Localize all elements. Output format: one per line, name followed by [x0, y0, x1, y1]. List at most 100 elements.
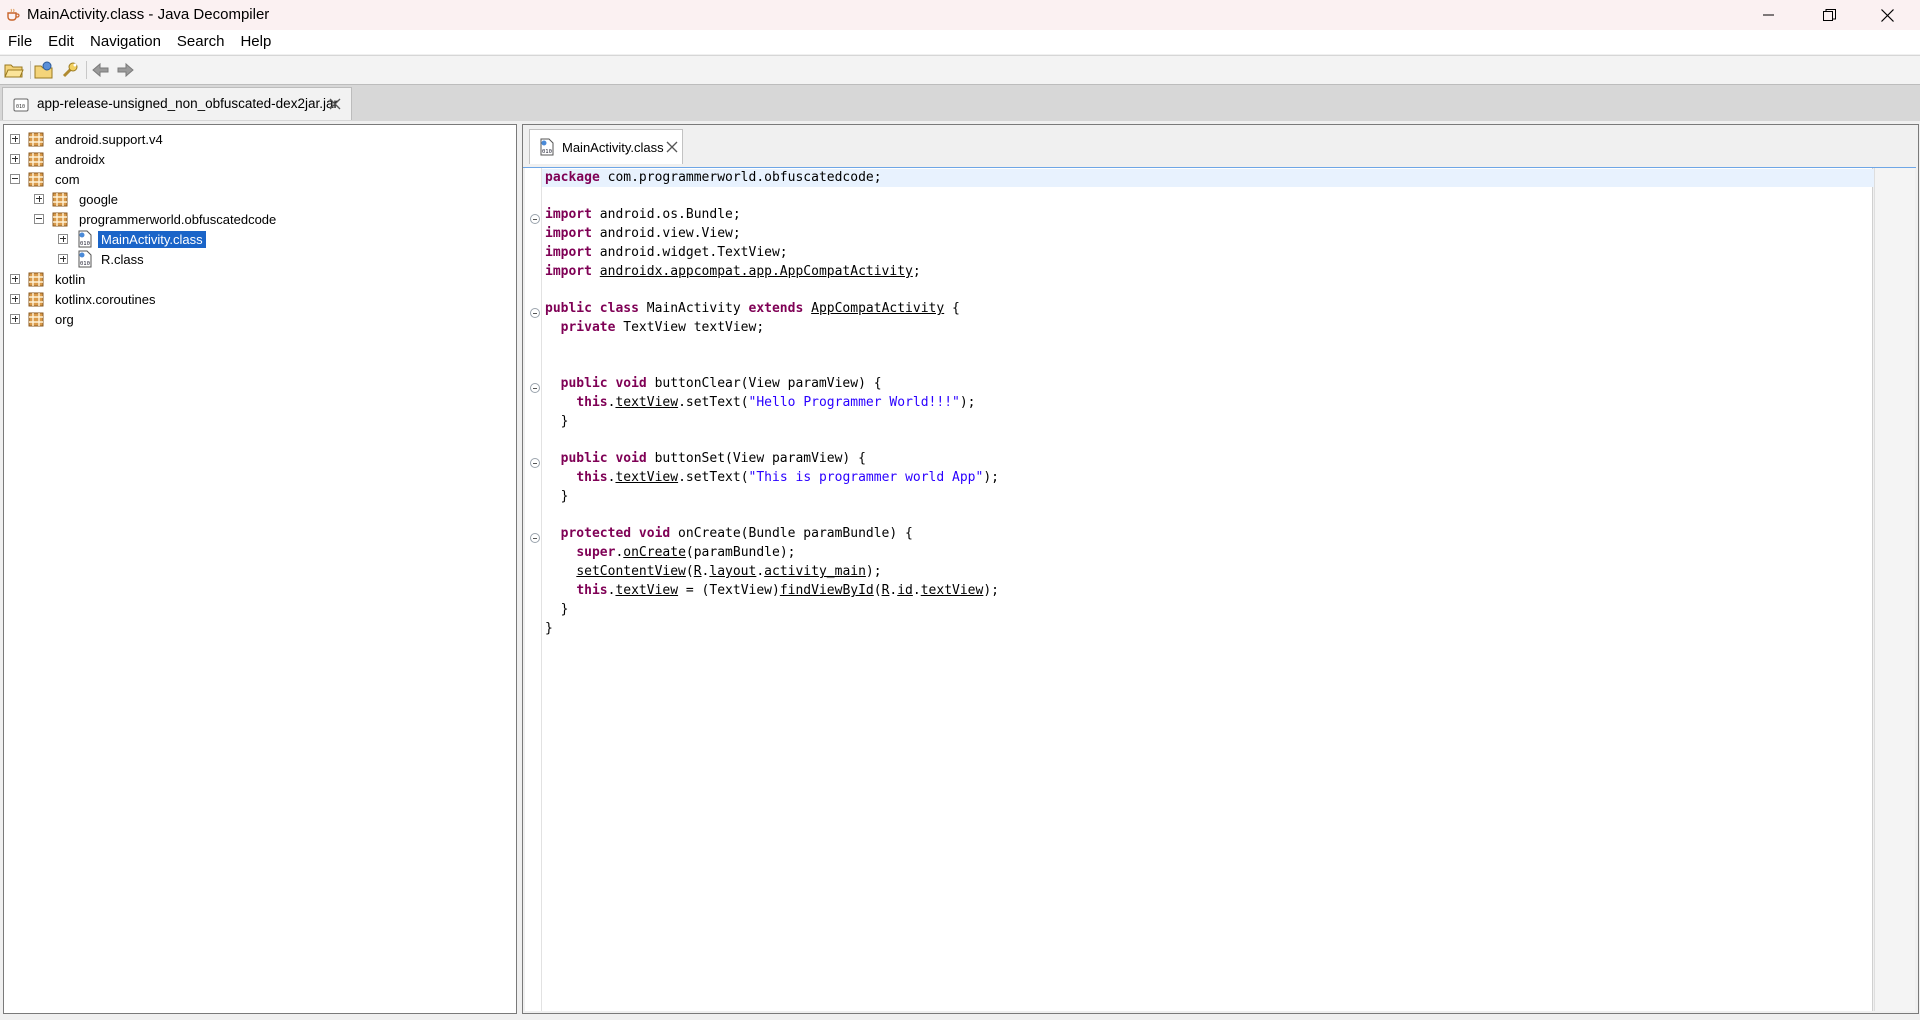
tab-mainactivity-class[interactable]: 010 MainActivity.class [529, 129, 683, 164]
menu-help[interactable]: Help [232, 30, 279, 54]
keyword: super [576, 545, 616, 560]
fold-icon[interactable] [530, 308, 540, 318]
expand-icon[interactable] [34, 194, 44, 204]
tab-jar-file[interactable]: 010 app-release-unsigned_non_obfuscated-… [2, 87, 352, 120]
keyword: public class [545, 301, 639, 316]
code-text: .setText( [678, 470, 749, 485]
tree-item-label: google [79, 191, 119, 207]
code-link[interactable]: activity_main [764, 564, 866, 579]
keyword: public void [560, 376, 647, 391]
code-text: MainActivity [638, 301, 749, 316]
tree-item-android-support-v4[interactable]: android.support.v4 [10, 129, 166, 149]
expand-icon[interactable] [10, 134, 20, 144]
code-link[interactable]: id [897, 583, 913, 598]
code-text: . [756, 564, 765, 579]
close-window-button[interactable] [1858, 0, 1916, 30]
svg-text:010: 010 [80, 261, 90, 267]
tree-item-kotlinx-coroutines[interactable]: kotlinx.coroutines [10, 289, 158, 309]
back-button[interactable] [90, 60, 112, 80]
fold-icon[interactable] [530, 533, 540, 543]
code-link[interactable]: setContentView [576, 564, 686, 579]
expand-icon[interactable] [10, 314, 20, 324]
code-line: this.textView.setText("This is programme… [545, 469, 999, 487]
keyword: package [545, 170, 600, 185]
tree-item-kotlin[interactable]: kotlin [10, 269, 88, 289]
code-text: = (TextView) [678, 583, 780, 598]
keyword: this [576, 583, 608, 598]
java-cup-icon [7, 8, 20, 21]
jar-tab-strip: 010 app-release-unsigned_non_obfuscated-… [0, 84, 1920, 121]
tree-item-com[interactable]: com [10, 169, 83, 189]
code-link[interactable]: textView [921, 583, 984, 598]
close-tab-icon[interactable] [329, 98, 341, 110]
svg-text:010: 010 [542, 149, 552, 155]
menu-edit[interactable]: Edit [40, 30, 82, 54]
code-line: setContentView(R.layout.activity_main); [545, 563, 881, 581]
forward-button[interactable] [114, 60, 136, 80]
code-link[interactable]: layout [709, 564, 756, 579]
menu-navigation[interactable]: Navigation [82, 30, 169, 54]
tree-item-org[interactable]: org [10, 309, 77, 329]
open-type-icon [34, 61, 53, 79]
svg-text:010: 010 [80, 241, 90, 247]
code-line: import androidx.appcompat.app.AppCompatA… [545, 263, 921, 281]
code-text: ); [983, 583, 999, 598]
search-button[interactable] [59, 60, 81, 80]
code-link[interactable]: androidx.appcompat.app.AppCompatActivity [600, 264, 913, 279]
keyword: import [545, 245, 592, 260]
code-line: private TextView textView; [545, 319, 765, 337]
fold-gutter [525, 168, 542, 1011]
fold-icon[interactable] [530, 458, 540, 468]
package-icon [28, 152, 44, 166]
code-line: import android.widget.TextView; [545, 244, 788, 262]
code-link[interactable]: textView [615, 470, 678, 485]
svg-text:010: 010 [16, 104, 25, 110]
tree-item-label: android.support.v4 [55, 131, 163, 147]
code-link[interactable]: R [694, 564, 702, 579]
code-text: (paramBundle); [685, 545, 796, 560]
code-text: buttonSet(View paramView) { [646, 451, 866, 466]
fold-icon[interactable] [530, 383, 540, 393]
package-icon [28, 272, 44, 286]
code-editor[interactable]: package com.programmerworld.obfuscatedco… [525, 168, 1875, 1011]
keyword: public void [560, 451, 647, 466]
code-link[interactable]: AppCompatActivity [811, 301, 944, 316]
tree-item-label: androidx [55, 151, 105, 167]
keyword: import [545, 226, 592, 241]
close-tab-icon[interactable] [666, 141, 678, 153]
tree-item-androidx[interactable]: androidx [10, 149, 108, 169]
minimize-button[interactable] [1740, 0, 1798, 30]
menu-file[interactable]: File [0, 30, 40, 54]
tree-item-google[interactable]: google [34, 189, 121, 209]
restore-button[interactable] [1800, 0, 1858, 30]
expand-icon[interactable] [10, 294, 20, 304]
back-arrow-icon [92, 62, 109, 78]
code-link[interactable]: onCreate [623, 545, 686, 560]
jar-tab-label: app-release-unsigned_non_obfuscated-dex2… [37, 96, 338, 111]
collapse-icon[interactable] [10, 174, 20, 184]
collapse-icon[interactable] [34, 214, 44, 224]
code-text: . [912, 583, 921, 598]
menu-bar: File Edit Navigation Search Help [0, 30, 1920, 54]
expand-icon[interactable] [10, 274, 20, 284]
code-text: ); [983, 470, 999, 485]
expand-icon[interactable] [58, 254, 68, 264]
code-line: super.onCreate(paramBundle); [545, 544, 795, 562]
code-link[interactable]: findViewById [780, 583, 874, 598]
tree-item-label: kotlinx.coroutines [55, 291, 156, 307]
menu-search[interactable]: Search [169, 30, 233, 54]
expand-icon[interactable] [10, 154, 20, 164]
keyword: import [545, 207, 592, 222]
open-file-button[interactable] [3, 60, 25, 80]
fold-icon[interactable] [530, 214, 540, 224]
code-link[interactable]: textView [615, 583, 678, 598]
open-type-button[interactable] [33, 60, 55, 80]
tree-item-mainactivity-class[interactable]: 010 MainActivity.class [58, 229, 206, 249]
tree-item-r-class[interactable]: 010 R.class [58, 249, 147, 269]
tree-item-programmerworld-obfuscatedcode[interactable]: programmerworld.obfuscatedcode [34, 209, 279, 229]
code-link[interactable]: textView [615, 395, 678, 410]
code-line: import android.os.Bundle; [545, 206, 741, 224]
vertical-scrollbar[interactable] [1874, 168, 1915, 1011]
expand-icon[interactable] [58, 234, 68, 244]
